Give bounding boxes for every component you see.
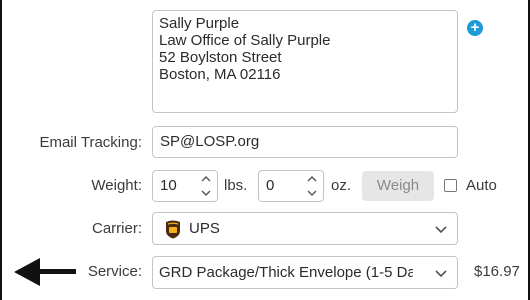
stepper-chevrons-icon [307,176,317,196]
chevron-down-icon [435,270,447,278]
carrier-label: Carrier: [91,220,142,237]
add-address-button[interactable]: + [467,20,483,36]
service-select[interactable]: GRD Package/Thick Envelope (1-5 Days [152,256,458,289]
ups-logo-icon [166,220,180,239]
carrier-value: UPS [189,220,220,237]
oz-stepper[interactable] [305,173,319,199]
email-tracking-value: SP@LOSP.org [160,133,260,150]
address-line: 52 Boylston Street [159,49,282,66]
address-textarea[interactable]: Sally Purple Law Office of Sally Purple … [152,10,458,113]
weight-lbs-value: 10 [160,177,177,194]
weight-oz-value: 0 [266,177,275,194]
carrier-select[interactable]: UPS [152,212,458,245]
service-label: Service: [87,263,142,280]
email-tracking-input[interactable]: SP@LOSP.org [152,126,458,158]
arrow-pointer-icon [14,258,76,286]
auto-checkbox[interactable] [444,179,457,192]
email-tracking-label: Email Tracking: [39,134,142,151]
chevron-down-icon [435,226,447,234]
address-line: Sally Purple [159,15,240,32]
address-line: Boston, MA 02116 [159,66,281,83]
service-value: GRD Package/Thick Envelope (1-5 Days [159,264,431,281]
service-price: $16.97 [474,263,520,280]
weight-label: Weight: [91,177,142,194]
weigh-button[interactable]: Weigh [362,171,434,201]
oz-unit: oz. [331,177,352,194]
lbs-unit: lbs. [224,177,248,194]
weight-oz-input[interactable]: 0 [258,170,324,202]
lbs-stepper[interactable] [199,173,213,199]
stepper-chevrons-icon [201,176,211,196]
auto-label: Auto [466,177,497,194]
plus-icon: + [470,19,480,36]
weight-lbs-input[interactable]: 10 [152,170,218,202]
address-line: Law Office of Sally Purple [159,32,331,49]
